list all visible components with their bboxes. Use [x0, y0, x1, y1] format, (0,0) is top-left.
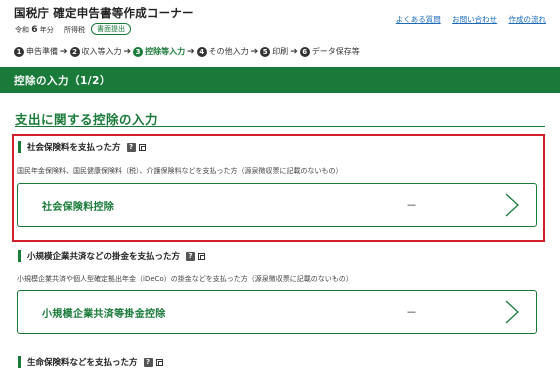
card-value: － — [406, 199, 417, 212]
page-heading: 控除の入力（1/2） — [14, 75, 111, 87]
header: 国税庁 確定申告書等作成コーナー 令和 6 年分 所得税 書面提出 よくある質問… — [0, 0, 560, 40]
arrow-icon: ➔ — [60, 46, 68, 57]
copy-icon[interactable] — [155, 358, 163, 366]
app-title: 国税庁 確定申告書等作成コーナー — [14, 6, 194, 20]
card-label: 社会保険料控除 — [42, 202, 115, 213]
faq-link[interactable]: よくある質問 — [396, 15, 441, 24]
section-divider — [15, 126, 545, 127]
card-value: － — [406, 306, 417, 319]
copy-icon[interactable] — [138, 143, 146, 151]
chevron-right-icon — [505, 300, 519, 324]
step-2: 2 収入等入力 — [69, 46, 122, 57]
progress-steps: 1 申告準備 ➔ 2 収入等入力 ➔ 3 控除等入力 ➔ 4 その他入力 ➔ 5 印刷 ➔… — [14, 46, 360, 57]
card-label: 小規模企業共済等掛金控除 — [42, 309, 166, 320]
category-description: 国民年金保険料、国民健康保険料（税）、介護保険料などを支払った方（源泉徴収票に記… — [17, 167, 343, 175]
social-insurance-deduction-button[interactable]: 社会保険料控除 － — [17, 183, 537, 227]
help-icon[interactable]: ? — [126, 142, 136, 152]
header-links: よくある質問 お問い合わせ 作成の流れ — [387, 14, 546, 25]
step-1: 1 申告準備 — [14, 46, 58, 57]
arrow-icon: ➔ — [290, 46, 298, 57]
paper-submission-button[interactable]: 書面提出 — [91, 23, 131, 35]
category-heading-life-insurance: 生命保険料などを支払った方 ? — [18, 356, 163, 368]
office-label: 所得税 — [64, 26, 85, 34]
heading-marker — [18, 356, 21, 368]
copy-icon[interactable] — [198, 252, 206, 260]
heading-marker — [18, 141, 21, 153]
tax-year: 令和 6 年分 — [15, 25, 54, 35]
help-icon[interactable]: ? — [143, 357, 153, 367]
flow-link[interactable]: 作成の流れ — [509, 15, 547, 24]
arrow-icon: ➔ — [123, 46, 132, 57]
small-business-mutual-aid-button[interactable]: 小規模企業共済等掛金控除 － — [17, 290, 537, 334]
step-6: 6 データ保存等 — [299, 46, 360, 57]
contact-link[interactable]: お問い合わせ — [452, 15, 497, 24]
step-4: 4 その他入力 — [196, 46, 249, 57]
category-heading-small-business: 小規模企業共済などの掛金を支払った方 ? — [18, 250, 206, 262]
help-icon[interactable]: ? — [186, 251, 196, 261]
arrow-icon: ➔ — [187, 46, 195, 57]
heading-marker — [18, 250, 21, 262]
step-3-current: 3 控除等入力 — [133, 46, 185, 57]
step-5: 5 印刷 — [260, 46, 288, 57]
chevron-right-icon — [505, 193, 519, 217]
arrow-icon: ➔ — [250, 46, 259, 57]
category-heading-social-insurance: 社会保険料を支払った方 ? — [18, 141, 146, 153]
page-heading-bar: 控除の入力（1/2） — [0, 67, 560, 93]
category-description: 小規模企業共済や個人型確定拠出年金（iDeCo）の掛金などを支払った方（源泉徴収… — [17, 275, 353, 283]
